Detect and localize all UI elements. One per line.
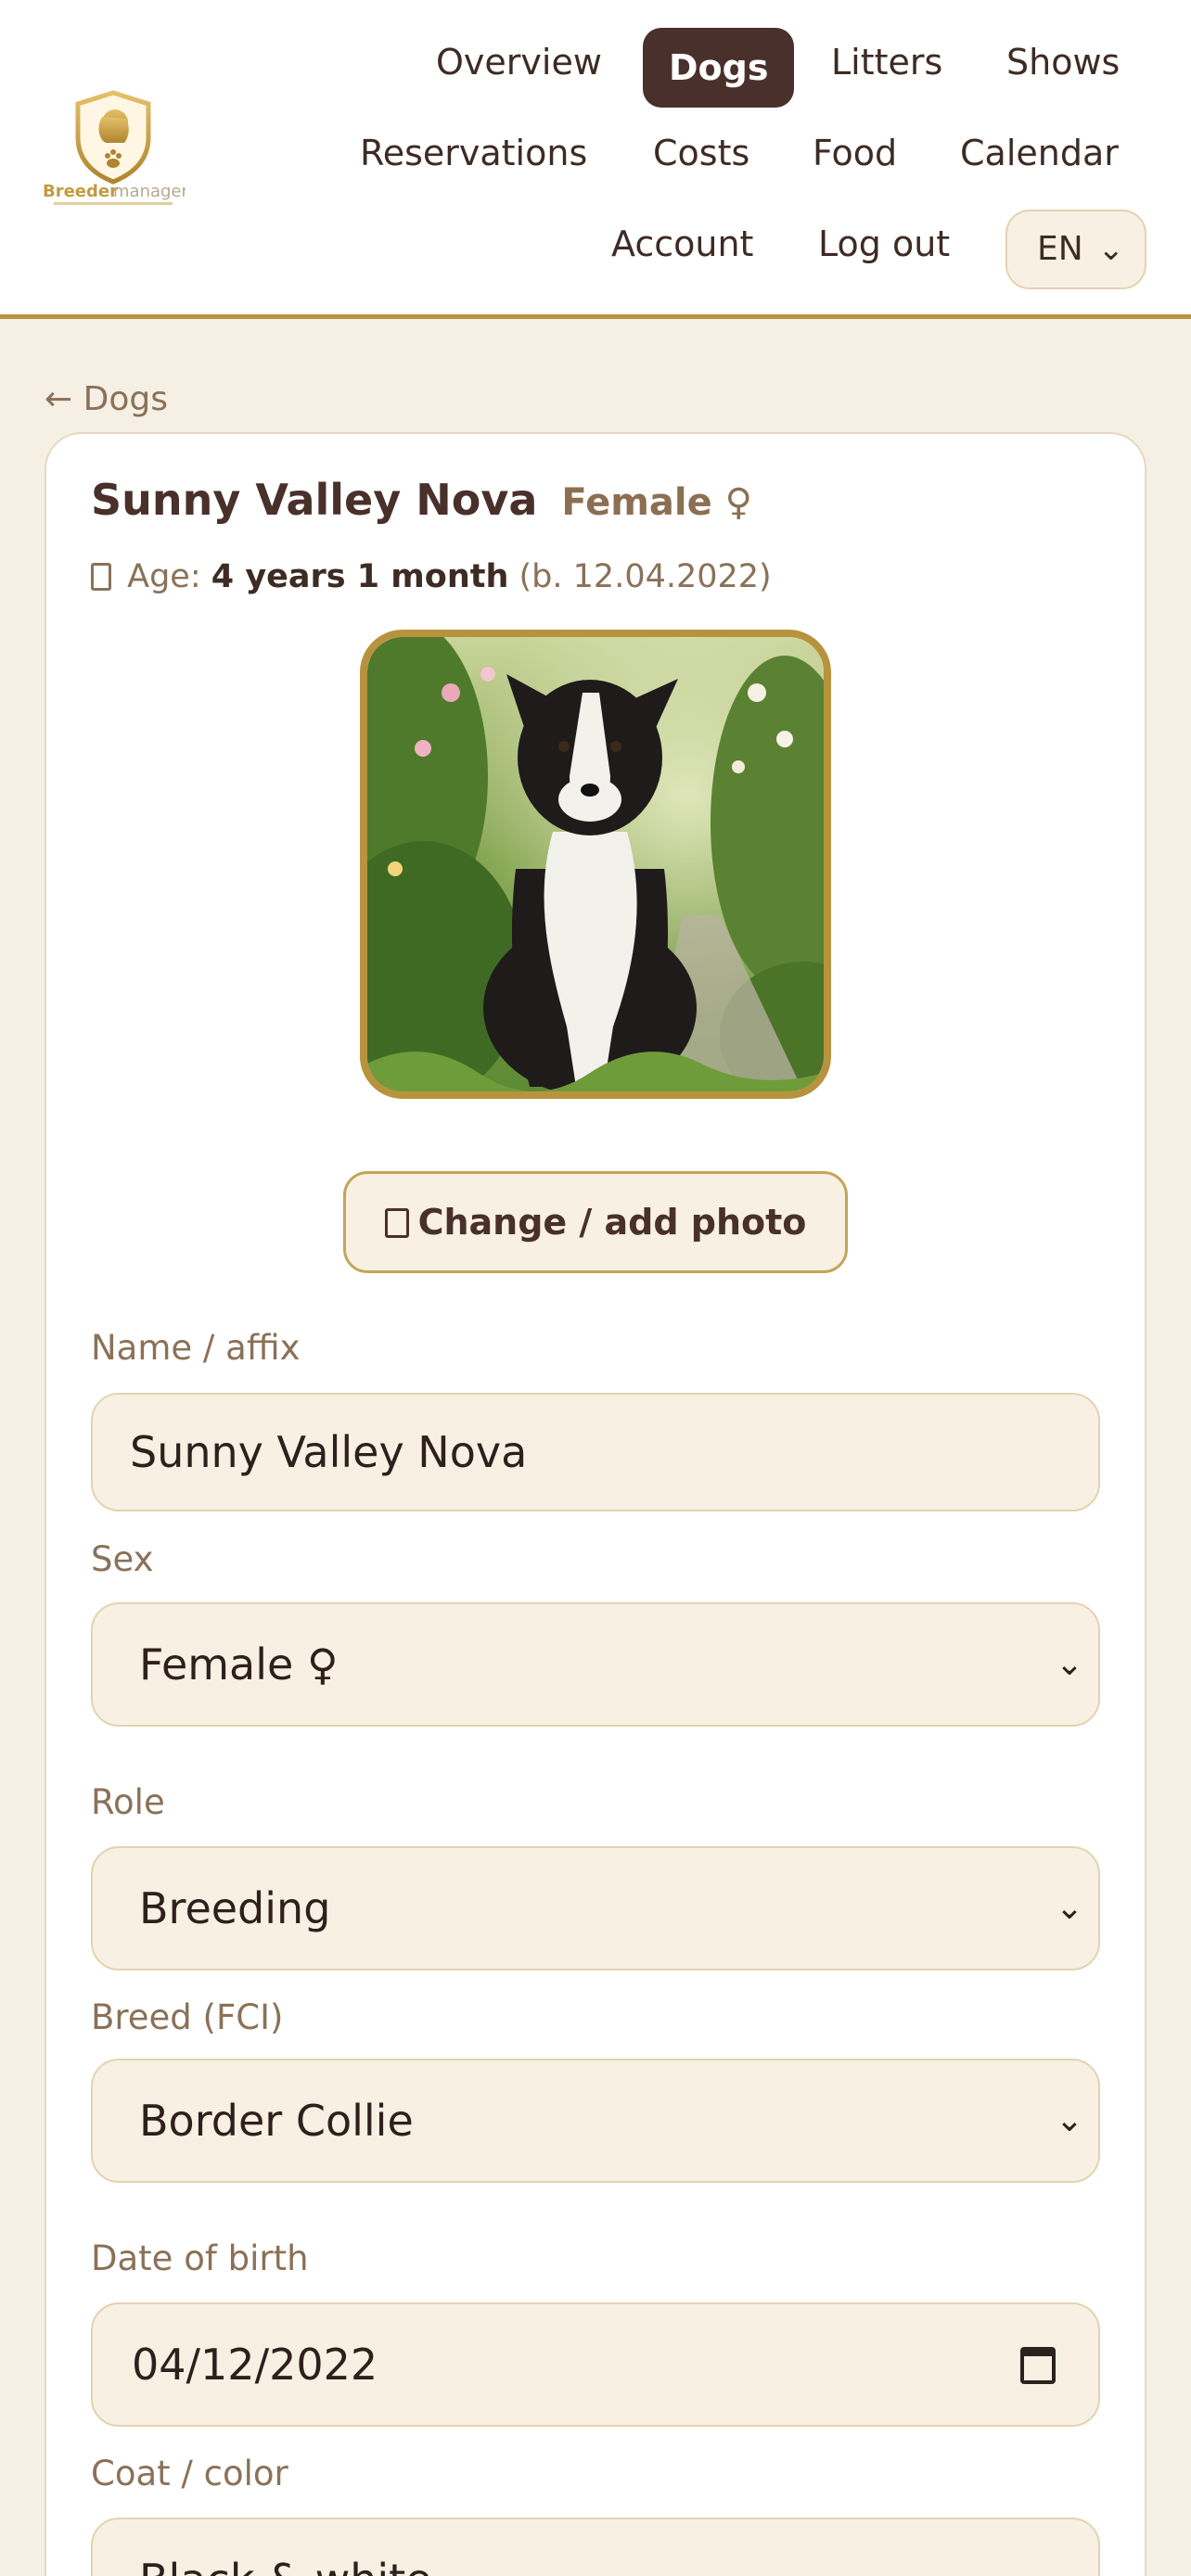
dog-title: Sunny Valley Nova Female ♀ <box>91 475 752 525</box>
dog-name: Sunny Valley Nova <box>91 475 538 525</box>
birth-date-note: (b. 12.04.2022) <box>519 558 772 595</box>
change-photo-button[interactable]: Change / add photo <box>343 1171 848 1273</box>
nav-overview[interactable]: Overview <box>436 22 602 102</box>
role-value: Breeding <box>139 1883 331 1933</box>
top-header: Breeder manager Overview Dogs Litters Sh… <box>0 0 1191 319</box>
coat-color-label: Coat / color <box>91 2454 288 2493</box>
name-affix-input[interactable]: Sunny Valley Nova <box>91 1393 1100 1511</box>
breeder-manager-logo[interactable]: Breeder manager <box>41 89 189 210</box>
breed-label: Breed (FCI) <box>91 1997 284 2037</box>
date-of-birth-input[interactable]: 04/12/2022 <box>91 2302 1100 2427</box>
sex-select[interactable]: Female ♀ ⌄ <box>91 1602 1100 1727</box>
dog-photo <box>360 630 831 1099</box>
nav-reservations[interactable]: Reservations <box>360 113 587 193</box>
nav-food[interactable]: Food <box>813 113 897 193</box>
language-select[interactable]: EN ⌄ <box>1005 210 1146 289</box>
chevron-down-icon: ⌄ <box>1055 1645 1083 1683</box>
change-photo-label: Change / add photo <box>417 1202 807 1243</box>
name-affix-label: Name / affix <box>91 1328 301 1368</box>
age-value: 4 years 1 month <box>211 558 509 595</box>
nav-litters[interactable]: Litters <box>831 22 942 102</box>
name-affix-value: Sunny Valley Nova <box>130 1427 528 1477</box>
role-select[interactable]: Breeding ⌄ <box>91 1846 1100 1970</box>
breed-value: Border Collie <box>139 2096 414 2146</box>
svg-text:manager: manager <box>113 182 186 201</box>
sex-value: Female ♀ <box>139 1639 339 1690</box>
coat-color-select[interactable]: Black & white ⌄ <box>91 2518 1100 2576</box>
date-of-birth-label: Date of birth <box>91 2238 309 2278</box>
svg-text:Breeder: Breeder <box>43 182 118 201</box>
dog-sex-badge: Female ♀ <box>561 481 752 524</box>
calendar-picker-icon[interactable] <box>1020 2347 1056 2384</box>
chevron-down-icon: ⌄ <box>1056 2519 1083 2576</box>
nav-account[interactable]: Account <box>611 204 753 284</box>
breed-select[interactable]: Border Collie ⌄ <box>91 2059 1100 2183</box>
age-prefix: Age: <box>127 558 201 595</box>
nav-costs[interactable]: Costs <box>653 113 749 193</box>
date-of-birth-value: 04/12/2022 <box>132 2340 378 2390</box>
coat-color-value: Black & white <box>139 2519 431 2576</box>
camera-icon <box>384 1208 409 1238</box>
sex-label: Sex <box>91 1539 154 1579</box>
nav-log-out[interactable]: Log out <box>818 204 950 284</box>
age-line: Age: 4 years 1 month (b. 12.04.2022) <box>91 558 772 595</box>
chevron-down-icon: ⌄ <box>1097 231 1125 268</box>
back-to-dogs-link[interactable]: ← Dogs <box>45 380 168 418</box>
chevron-down-icon: ⌄ <box>1055 2101 1083 2139</box>
nav-calendar[interactable]: Calendar <box>960 113 1119 193</box>
nav-dogs[interactable]: Dogs <box>643 28 795 108</box>
role-label: Role <box>91 1782 165 1822</box>
chevron-down-icon: ⌄ <box>1055 1889 1083 1927</box>
calendar-icon <box>91 563 111 591</box>
nav-shows[interactable]: Shows <box>1006 22 1120 102</box>
language-value: EN <box>1037 230 1083 268</box>
